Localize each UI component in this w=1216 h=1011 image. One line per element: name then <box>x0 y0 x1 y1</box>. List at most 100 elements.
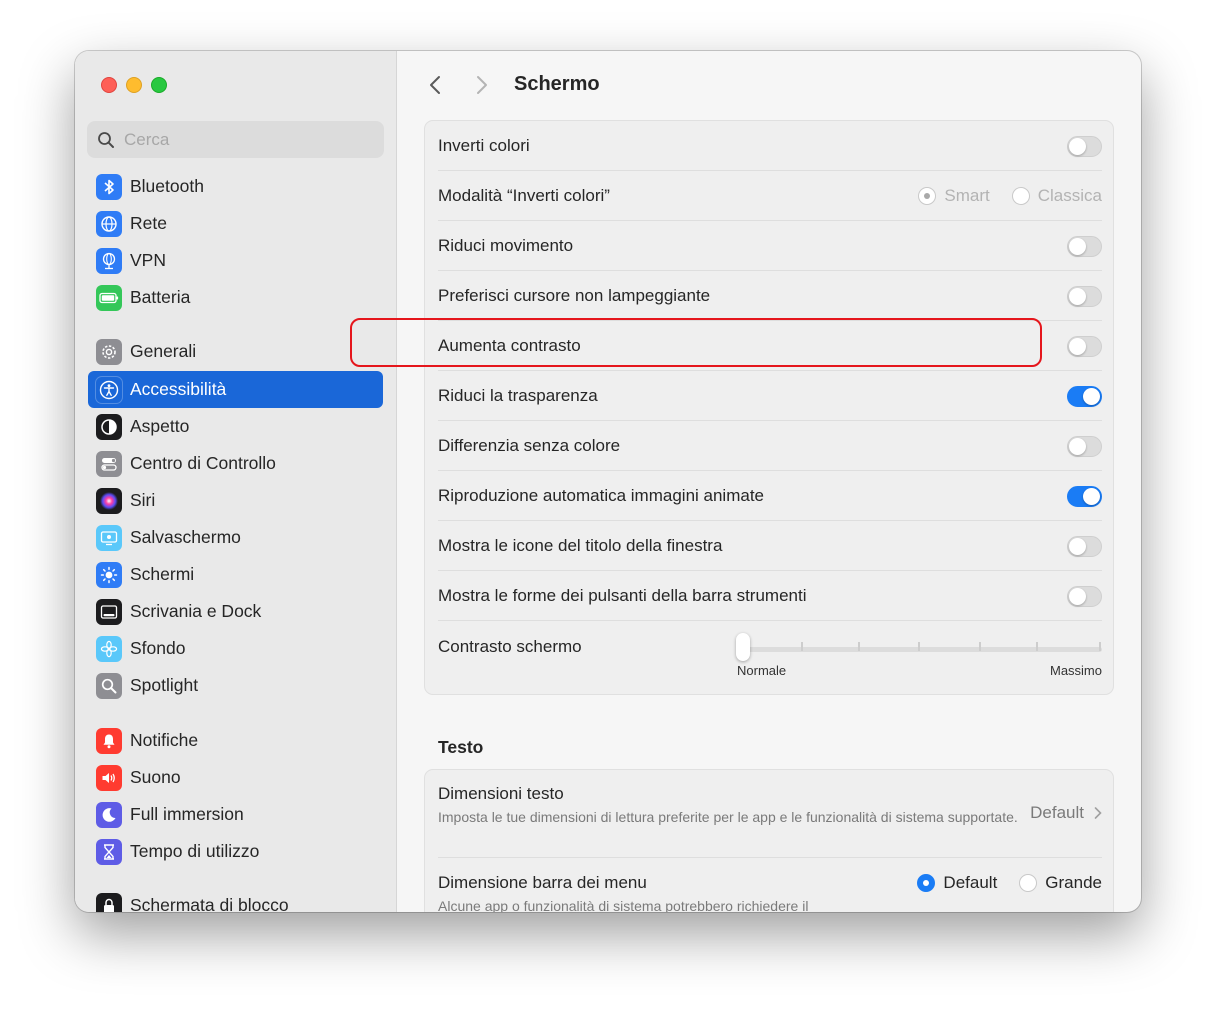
setting-row-differentiate-without-color: Differenzia senza colore <box>438 421 1102 471</box>
sidebar-item-sfondo[interactable]: Sfondo <box>88 630 383 667</box>
brightness-icon <box>96 561 122 588</box>
slider-tick <box>801 642 803 651</box>
sidebar-item-schermi[interactable]: Schermi <box>88 556 383 593</box>
sidebar-item-schermata-di-blocco[interactable]: Schermata di blocco <box>88 887 383 912</box>
increase-contrast-toggle[interactable] <box>1067 335 1102 357</box>
sidebar-item-label: Tempo di utilizzo <box>130 841 260 861</box>
sidebar-item-generali[interactable]: Generali <box>88 333 383 370</box>
appearance-icon <box>96 413 122 440</box>
accessibility-icon <box>96 376 122 403</box>
differentiate-without-color-toggle[interactable] <box>1067 435 1102 457</box>
invert-colors-toggle[interactable] <box>1067 135 1102 157</box>
setting-row-invert-colors: Inverti colori <box>438 121 1102 171</box>
setting-row-reduce-motion: Riduci movimento <box>438 221 1102 271</box>
sidebar-item-batteria[interactable]: Batteria <box>88 279 383 316</box>
moon-icon <box>96 801 122 828</box>
radio-default[interactable]: Default <box>917 873 997 893</box>
menu-bar-size-text: Dimensione barra dei menu Alcune app o f… <box>438 873 898 912</box>
slider-tick <box>918 642 920 651</box>
sidebar-item-label: Centro di Controllo <box>130 453 276 473</box>
setting-row-invert-mode: Modalità “Inverti colori” Smart Classica <box>438 171 1102 221</box>
reduce-transparency-toggle[interactable] <box>1067 385 1102 407</box>
setting-description: Imposta le tue dimensioni di lettura pre… <box>438 809 1018 825</box>
sidebar-item-bluetooth[interactable]: Bluetooth <box>88 168 383 205</box>
back-button[interactable] <box>423 73 447 97</box>
magnifier-icon <box>96 672 122 699</box>
setting-label: Riduci la trasparenza <box>438 385 598 405</box>
radio-classica[interactable]: Classica <box>1011 186 1102 206</box>
chevron-left-icon <box>430 76 440 94</box>
globe-icon <box>96 210 122 237</box>
reduce-motion-toggle[interactable] <box>1067 235 1102 257</box>
slider-tick <box>979 642 981 651</box>
chevron-right-icon <box>477 76 487 94</box>
slider-tick <box>1036 642 1038 651</box>
setting-row-autoplay-animated-images: Riproduzione automatica immagini animate <box>438 471 1102 521</box>
slider-tick <box>1099 642 1101 651</box>
sidebar-item-label: Spotlight <box>130 675 199 695</box>
radio-grande[interactable]: Grande <box>1019 873 1102 893</box>
setting-label: Contrasto schermo <box>438 637 582 656</box>
sidebar-item-label: VPN <box>130 250 166 270</box>
content-pane: Schermo Inverti colori Modalità “Inverti… <box>398 51 1141 912</box>
wallpaper-flower-icon <box>96 635 122 662</box>
close-window-button[interactable] <box>101 77 117 93</box>
autoplay-animated-images-toggle[interactable] <box>1067 485 1102 507</box>
setting-row-text-size[interactable]: Dimensioni testo Imposta le tue dimensio… <box>438 770 1102 858</box>
sidebar-item-spotlight[interactable]: Spotlight <box>88 667 383 704</box>
window-title-icons-toggle[interactable] <box>1067 535 1102 557</box>
bell-icon <box>96 727 122 754</box>
gear-icon <box>96 338 122 365</box>
sidebar-item-rete[interactable]: Rete <box>88 205 383 242</box>
traffic-lights <box>101 77 167 93</box>
contrast-slider-knob[interactable] <box>736 633 750 661</box>
lock-icon <box>96 892 122 912</box>
toolbar-button-shapes-toggle[interactable] <box>1067 585 1102 607</box>
sidebar-item-tempo-di-utilizzo[interactable]: Tempo di utilizzo <box>88 833 383 870</box>
text-size-value[interactable]: Default <box>1030 803 1102 823</box>
setting-label: Dimensione barra dei menu <box>438 873 647 892</box>
sidebar-item-siri[interactable]: Siri <box>88 482 383 519</box>
sidebar-item-accessibilita[interactable]: Accessibilità <box>88 371 383 408</box>
radio-smart[interactable]: Smart <box>918 186 990 206</box>
setting-row-reduce-transparency: Riduci la trasparenza <box>438 371 1102 421</box>
sidebar-item-scrivania-e-dock[interactable]: Scrivania e Dock <box>88 593 383 630</box>
setting-label: Preferisci cursore non lampeggiante <box>438 285 711 305</box>
setting-label: Differenzia senza colore <box>438 435 621 455</box>
sidebar-item-notifiche[interactable]: Notifiche <box>88 722 383 759</box>
bluetooth-icon <box>96 173 122 200</box>
section-title-text: Testo <box>438 737 484 757</box>
zoom-window-button[interactable] <box>151 77 167 93</box>
vpn-globe-icon <box>96 247 122 274</box>
setting-label: Modalità “Inverti colori” <box>438 185 610 205</box>
siri-icon <box>96 487 122 514</box>
display-settings-card: Inverti colori Modalità “Inverti colori”… <box>424 120 1114 695</box>
setting-row-display-contrast: Contrasto schermo Normale Massimo <box>438 621 1102 695</box>
sidebar-item-vpn[interactable]: VPN <box>88 242 383 279</box>
invert-mode-radio-group: Smart Classica <box>918 186 1102 206</box>
radio-indicator <box>1019 874 1038 892</box>
contrast-slider-track[interactable] <box>740 647 1102 652</box>
page-title: Schermo <box>514 73 600 95</box>
sidebar-item-suono[interactable]: Suono <box>88 759 383 796</box>
slider-max-label: Massimo <box>1049 663 1102 678</box>
search-input[interactable] <box>124 129 364 150</box>
sidebar-item-label: Schermata di blocco <box>130 895 289 912</box>
hourglass-icon <box>96 838 122 865</box>
screensaver-icon <box>96 524 122 551</box>
sidebar-item-label: Generali <box>130 341 197 361</box>
forward-button[interactable] <box>470 73 494 97</box>
search-icon <box>98 131 114 148</box>
minimize-window-button[interactable] <box>126 77 142 93</box>
search-field[interactable] <box>87 121 384 158</box>
sidebar-item-full-immersion[interactable]: Full immersion <box>88 796 383 833</box>
non-blinking-cursor-toggle[interactable] <box>1067 285 1102 307</box>
sidebar-item-aspetto[interactable]: Aspetto <box>88 408 383 445</box>
sidebar-item-salvaschermo[interactable]: Salvaschermo <box>88 519 383 556</box>
setting-description: Alcune app o funzionalità di sistema pot… <box>438 898 809 912</box>
sidebar-item-centro-di-controllo[interactable]: Centro di Controllo <box>88 445 383 482</box>
sidebar-item-label: Rete <box>130 213 167 233</box>
slider-tick <box>858 642 860 651</box>
setting-label: Riproduzione automatica immagini animate <box>438 485 764 505</box>
sidebar-item-label: Siri <box>130 490 156 510</box>
